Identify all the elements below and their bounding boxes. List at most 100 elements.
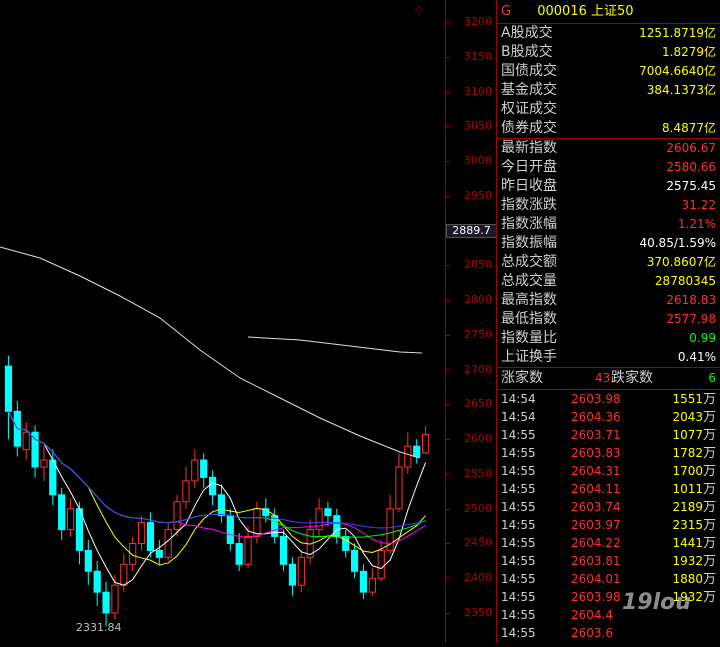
axis-tick-mark: [446, 195, 450, 197]
axis-tick-mark: [446, 300, 450, 302]
axis-tick-mark: [446, 508, 450, 510]
stat-value: 2577.98: [666, 312, 716, 326]
axis-tick-label: 2350: [464, 606, 492, 619]
group-marker[interactable]: G: [501, 4, 511, 19]
candle: [244, 536, 252, 565]
kline-chart[interactable]: ◇ 2331.84: [0, 0, 445, 643]
tick-volume: 1700万: [672, 464, 716, 479]
stat-value: 370.8607亿: [646, 255, 716, 269]
stat-row: 债券成交 8.4877亿: [497, 119, 720, 138]
stat-row: B股成交 1.8279亿: [497, 43, 720, 62]
axis-tick-mark: [446, 91, 450, 93]
stat-value: 2618.83: [666, 293, 716, 307]
tick-row[interactable]: 14:55 2604.31 1700万: [497, 462, 720, 480]
axis-tick-mark: [446, 22, 450, 23]
axis-tick-label: 3000: [464, 154, 492, 168]
tick-volume: 1880万: [672, 572, 716, 587]
tick-row[interactable]: 14:55 2603.71 1077万: [497, 426, 720, 444]
candle: [191, 459, 199, 482]
candle: [66, 508, 75, 531]
tick-price: 2603.98: [571, 392, 621, 406]
tick-row[interactable]: 14:55 2604.22 1441万: [497, 534, 720, 552]
advance-decline-row: 涨家数 43 跌家数 6: [497, 368, 720, 389]
stat-value: 2575.45: [666, 179, 716, 193]
tick-price: 2603.98: [571, 590, 621, 604]
tick-volume: 1551万: [672, 392, 716, 407]
tick-price: 2603.83: [571, 446, 621, 460]
stat-label: 最低指数: [501, 311, 557, 327]
tick-time: 14:55: [501, 554, 536, 568]
axis-tick-label: 2600: [464, 432, 492, 446]
candle: [164, 529, 172, 558]
tick-volume: 1441万: [672, 536, 716, 551]
axis-tick-label: 2500: [464, 501, 492, 515]
down-count-value: 6: [708, 371, 716, 385]
candle: [359, 570, 368, 593]
kline-svg: [0, 246, 430, 627]
tick-row[interactable]: 14:55 2604.01 1880万: [497, 570, 720, 588]
tick-time: 14:55: [501, 428, 536, 442]
candle: [111, 584, 119, 614]
stat-label: 指数量比: [501, 330, 557, 346]
candle: [297, 556, 305, 586]
stat-row: 指数量比 0.99: [497, 329, 720, 348]
tick-row[interactable]: 14:55 2604.11 1011万: [497, 480, 720, 498]
axis-tick-label: 2450: [464, 536, 492, 550]
stat-label: 债券成交: [501, 120, 557, 136]
candle: [49, 459, 57, 496]
candle: [413, 445, 421, 458]
up-count-value: 43: [595, 371, 611, 385]
tick-row[interactable]: 14:55 2603.74 2189万: [497, 498, 720, 516]
stat-value: 384.1373亿: [646, 83, 716, 97]
diamond-icon[interactable]: ◇: [415, 3, 423, 16]
tick-time: 14:55: [501, 608, 536, 622]
candle: [324, 508, 332, 517]
stat-value: 31.22: [681, 198, 716, 212]
axis-tick-mark: [446, 369, 450, 371]
down-count-label: 跌家数: [611, 370, 653, 386]
tick-volume: 1077万: [672, 428, 716, 443]
axis-tick-mark: [446, 578, 450, 580]
tick-time: 14:55: [501, 626, 536, 640]
tick-row[interactable]: 14:55 2603.83 1782万: [497, 444, 720, 462]
stat-value: 2606.67: [666, 141, 716, 155]
candle: [253, 508, 261, 538]
stat-row: 最新指数 2606.67: [497, 139, 720, 158]
candle: [404, 445, 412, 468]
tick-price: 2604.01: [571, 572, 621, 586]
candle: [40, 459, 48, 468]
candle: [217, 494, 226, 517]
candle: [137, 522, 146, 544]
candle: [102, 591, 110, 614]
stat-label: 指数涨幅: [501, 216, 557, 232]
axis-tick-mark: [446, 439, 450, 441]
tick-price: 2604.31: [571, 464, 621, 478]
index-stats: 最新指数 2606.67 今日开盘 2580.66 昨日收盘 2575.45 指数涨跌 31.…: [497, 139, 720, 367]
stat-row: 最低指数 2577.98: [497, 310, 720, 329]
candle: [350, 549, 359, 572]
current-price-label: 2889.7: [446, 224, 497, 238]
stat-row: 昨日收盘 2575.45: [497, 177, 720, 196]
stat-label: A股成交: [501, 25, 553, 41]
stat-row: 上证换手 0.41%: [497, 348, 720, 367]
axis-tick-mark: [446, 161, 450, 163]
axis-tick-label: 2800: [464, 293, 492, 307]
stat-value: 0.41%: [677, 350, 716, 364]
axis-tick-label: 2750: [464, 327, 492, 341]
quote-panel: G 000016 上证50 A股成交 1251.8719亿 B股成交 1.8279亿国…: [496, 0, 720, 643]
tick-volume: 1782万: [672, 446, 716, 461]
axis-tick-mark: [446, 473, 450, 475]
tick-time: 14:54: [501, 392, 536, 406]
candle: [288, 563, 297, 586]
stat-value: 1251.8719亿: [639, 26, 716, 40]
tick-row[interactable]: 14:55 2603.81 1932万: [497, 552, 720, 570]
tick-row[interactable]: 14:55 2603.6: [497, 624, 720, 642]
tick-price: 2603.81: [571, 554, 621, 568]
tick-row[interactable]: 14:54 2603.98 1551万: [497, 390, 720, 408]
tick-row[interactable]: 14:55 2603.97 2315万: [497, 516, 720, 534]
tick-time: 14:55: [501, 536, 536, 550]
stat-row: 总成交额 370.8607亿: [497, 253, 720, 272]
stat-row: 总成交量 28780345: [497, 272, 720, 291]
tick-row[interactable]: 14:54 2604.36 2043万: [497, 408, 720, 426]
tick-price: 2604.11: [571, 482, 621, 496]
